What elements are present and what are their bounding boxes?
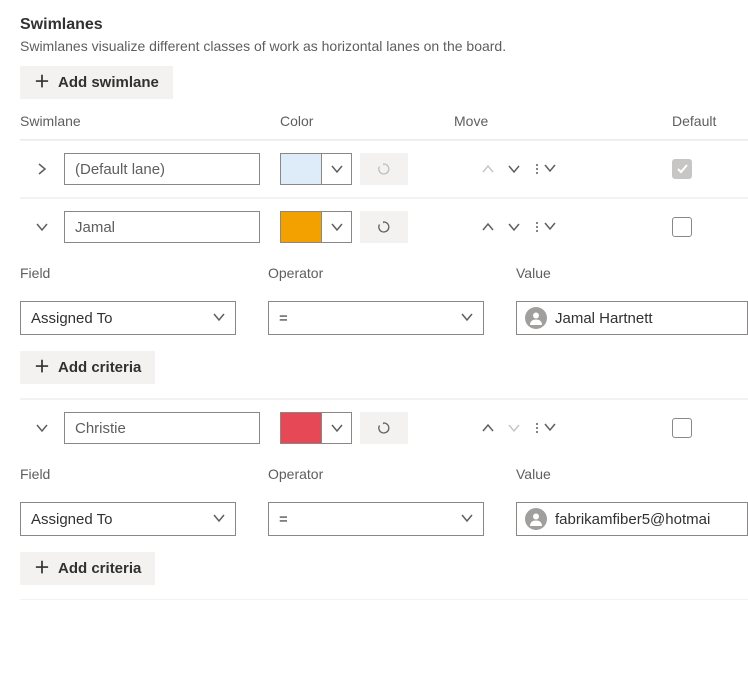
- more-menu[interactable]: [534, 420, 556, 436]
- table-header: Swimlane Color Move Default: [20, 99, 748, 140]
- person-icon: [525, 508, 547, 530]
- field-select[interactable]: Assigned To: [20, 301, 236, 335]
- move-up-button[interactable]: [482, 422, 494, 434]
- default-checkbox[interactable]: [672, 217, 692, 237]
- color-picker[interactable]: [280, 211, 352, 243]
- person-icon: [525, 307, 547, 329]
- plus-icon: ＋: [34, 561, 50, 577]
- reset-color-button[interactable]: [360, 211, 408, 243]
- page-subtitle: Swimlanes visualize different classes of…: [20, 38, 748, 54]
- swimlane-row: [20, 141, 748, 197]
- add-criteria-button[interactable]: ＋ Add criteria: [20, 552, 155, 585]
- field-select[interactable]: Assigned To: [20, 502, 236, 536]
- color-swatch: [281, 413, 321, 443]
- reset-color-button: [360, 153, 408, 185]
- color-swatch: [281, 154, 321, 184]
- kebab-icon: [534, 222, 540, 232]
- criteria-header: FieldOperatorValue: [20, 456, 748, 488]
- chevron-down-icon: [461, 511, 473, 528]
- collapse-toggle[interactable]: [20, 422, 64, 434]
- criteria-header: FieldOperatorValue: [20, 255, 748, 287]
- swimlane-name-input[interactable]: [64, 153, 260, 185]
- color-picker[interactable]: [280, 153, 352, 185]
- col-field: Field: [20, 265, 268, 281]
- chevron-down-icon[interactable]: [321, 413, 351, 443]
- move-down-button[interactable]: [508, 163, 520, 175]
- chevron-down-icon: [213, 310, 225, 327]
- add-criteria-label: Add criteria: [58, 359, 141, 376]
- col-operator: Operator: [268, 265, 516, 281]
- move-down-button: [508, 422, 520, 434]
- criteria-row: Assigned To = Jamal Hartnett: [20, 287, 748, 349]
- col-value: Value: [516, 265, 748, 281]
- add-criteria-label: Add criteria: [58, 560, 141, 577]
- col-operator: Operator: [268, 466, 516, 482]
- col-field: Field: [20, 466, 268, 482]
- swimlane-row: [20, 400, 748, 456]
- swimlane-row: [20, 199, 748, 255]
- chevron-down-icon: [544, 420, 556, 436]
- expand-toggle[interactable]: [20, 163, 64, 175]
- col-value: Value: [516, 466, 748, 482]
- swimlane-name-input[interactable]: [64, 211, 260, 243]
- col-color: Color: [280, 113, 454, 129]
- operator-select[interactable]: =: [268, 301, 484, 335]
- chevron-down-icon[interactable]: [321, 212, 351, 242]
- default-checkbox[interactable]: [672, 418, 692, 438]
- operator-value: =: [279, 511, 288, 528]
- kebab-icon: [534, 164, 540, 174]
- page-title: Swimlanes: [20, 16, 748, 34]
- move-up-button[interactable]: [482, 221, 494, 233]
- chevron-down-icon[interactable]: [321, 154, 351, 184]
- chevron-down-icon: [544, 219, 556, 235]
- color-swatch: [281, 212, 321, 242]
- move-up-button: [482, 163, 494, 175]
- plus-icon: ＋: [34, 75, 50, 91]
- field-value: Assigned To: [31, 310, 112, 327]
- more-menu[interactable]: [534, 219, 556, 235]
- more-menu[interactable]: [534, 161, 556, 177]
- kebab-icon: [534, 423, 540, 433]
- add-swimlane-label: Add swimlane: [58, 74, 159, 91]
- swimlane-name-input[interactable]: [64, 412, 260, 444]
- add-swimlane-button[interactable]: ＋ Add swimlane: [20, 66, 173, 99]
- reset-color-button[interactable]: [360, 412, 408, 444]
- value-text: Jamal Hartnett: [555, 310, 653, 327]
- criteria-row: Assigned To = fabrikamfiber5@hotmai: [20, 488, 748, 550]
- operator-value: =: [279, 310, 288, 327]
- col-move: Move: [454, 113, 672, 129]
- move-down-button[interactable]: [508, 221, 520, 233]
- value-text: fabrikamfiber5@hotmai: [555, 511, 710, 528]
- operator-select[interactable]: =: [268, 502, 484, 536]
- col-default: Default: [672, 113, 748, 129]
- plus-icon: ＋: [34, 360, 50, 376]
- col-swimlane: Swimlane: [20, 113, 280, 129]
- add-criteria-button[interactable]: ＋ Add criteria: [20, 351, 155, 384]
- field-value: Assigned To: [31, 511, 112, 528]
- chevron-down-icon: [544, 161, 556, 177]
- value-person-select[interactable]: fabrikamfiber5@hotmai: [516, 502, 748, 536]
- chevron-down-icon: [461, 310, 473, 327]
- chevron-down-icon: [213, 511, 225, 528]
- collapse-toggle[interactable]: [20, 221, 64, 233]
- default-checkbox[interactable]: [672, 159, 692, 179]
- color-picker[interactable]: [280, 412, 352, 444]
- value-person-select[interactable]: Jamal Hartnett: [516, 301, 748, 335]
